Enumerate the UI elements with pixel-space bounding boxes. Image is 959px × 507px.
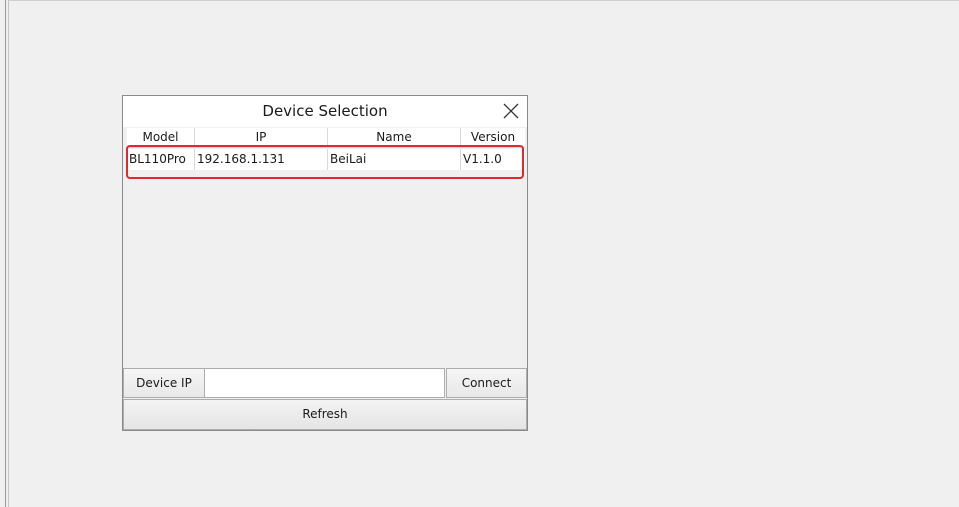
table-row[interactable]: BL110Pro 192.168.1.131 BeiLai V1.1.0 <box>126 145 525 179</box>
cell-model: BL110Pro <box>127 149 195 170</box>
device-ip-label: Device IP <box>123 368 205 398</box>
close-button[interactable] <box>499 99 523 123</box>
column-header-model[interactable]: Model <box>127 128 195 148</box>
column-header-ip[interactable]: IP <box>195 128 328 148</box>
cell-version: V1.1.0 <box>463 152 502 166</box>
dialog-title: Device Selection <box>262 102 388 120</box>
table-header: Model IP Name Version <box>127 128 525 148</box>
connection-bar: Device IP Connect <box>123 368 527 399</box>
cell-name: BeiLai <box>328 149 461 170</box>
column-header-name[interactable]: Name <box>328 128 461 148</box>
connect-button[interactable]: Connect <box>446 368 527 398</box>
device-table: Model IP Name Version BL110Pro 192.168.1… <box>126 128 525 364</box>
column-header-version[interactable]: Version <box>461 128 525 148</box>
close-icon <box>503 103 519 119</box>
device-ip-input[interactable] <box>205 368 445 398</box>
refresh-button[interactable]: Refresh <box>123 399 527 430</box>
dialog-titlebar: Device Selection <box>123 96 527 127</box>
window-left-border <box>5 0 9 507</box>
device-selection-dialog: Device Selection Model IP Name Version B… <box>122 95 528 431</box>
cell-ip: 192.168.1.131 <box>195 149 328 170</box>
window-top-border <box>9 0 959 2</box>
desktop-background: Device Selection Model IP Name Version B… <box>0 0 959 507</box>
